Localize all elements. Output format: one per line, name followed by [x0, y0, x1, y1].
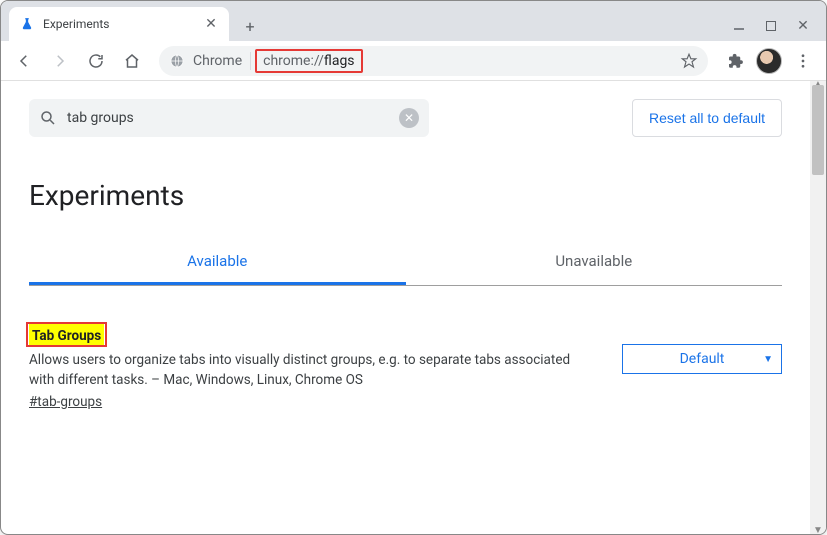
tab-strip: Experiments ✕ + ✕ — [1, 1, 826, 41]
omnibox-chip: Chrome — [193, 53, 242, 69]
bookmark-star-icon[interactable] — [680, 52, 698, 70]
flag-hash-link[interactable]: #tab-groups — [29, 394, 102, 410]
scrollbar[interactable]: ▲ ▼ — [810, 81, 826, 534]
url-text: chrome://flags — [259, 51, 358, 71]
content-area: tab groups ✕ Reset all to default Experi… — [1, 81, 826, 534]
scrollbar-thumb[interactable] — [812, 85, 824, 175]
close-window-icon[interactable]: ✕ — [794, 17, 812, 35]
search-icon — [39, 109, 57, 127]
clear-search-icon[interactable]: ✕ — [399, 108, 419, 128]
search-value: tab groups — [67, 110, 134, 126]
forward-button[interactable] — [45, 46, 75, 76]
search-input[interactable]: tab groups ✕ — [29, 99, 429, 137]
browser-window: Experiments ✕ + ✕ Chrome — [0, 0, 827, 535]
tab-title: Experiments — [43, 17, 110, 31]
browser-tab[interactable]: Experiments ✕ — [9, 7, 229, 41]
reload-button[interactable] — [81, 46, 111, 76]
back-button[interactable] — [9, 46, 39, 76]
flask-icon — [19, 16, 35, 32]
menu-icon[interactable] — [788, 46, 818, 76]
tab-available[interactable]: Available — [29, 240, 406, 285]
extensions-icon[interactable] — [720, 46, 750, 76]
home-button[interactable] — [117, 46, 147, 76]
flags-page: tab groups ✕ Reset all to default Experi… — [1, 81, 810, 534]
tab-unavailable[interactable]: Unavailable — [406, 240, 783, 285]
browser-toolbar: Chrome chrome://flags — [1, 41, 826, 81]
tab-bar: Available Unavailable — [29, 240, 782, 286]
scroll-down-icon[interactable]: ▼ — [810, 525, 826, 534]
flag-state-select[interactable]: Default — [622, 344, 782, 374]
close-tab-icon[interactable]: ✕ — [203, 16, 219, 32]
site-info-icon[interactable] — [169, 53, 185, 69]
page-title: Experiments — [29, 179, 782, 212]
maximize-icon[interactable] — [762, 17, 780, 35]
flag-description: Allows users to organize tabs into visua… — [29, 351, 589, 390]
reset-all-button[interactable]: Reset all to default — [632, 99, 782, 137]
flag-title: Tab Groups — [32, 328, 101, 344]
minimize-icon[interactable] — [730, 17, 748, 35]
new-tab-button[interactable]: + — [235, 11, 265, 41]
flag-item: Tab Groups Allows users to organize tabs… — [29, 324, 782, 410]
profile-avatar[interactable] — [756, 48, 782, 74]
address-bar[interactable]: Chrome chrome://flags — [159, 46, 708, 76]
window-controls: ✕ — [730, 17, 826, 41]
